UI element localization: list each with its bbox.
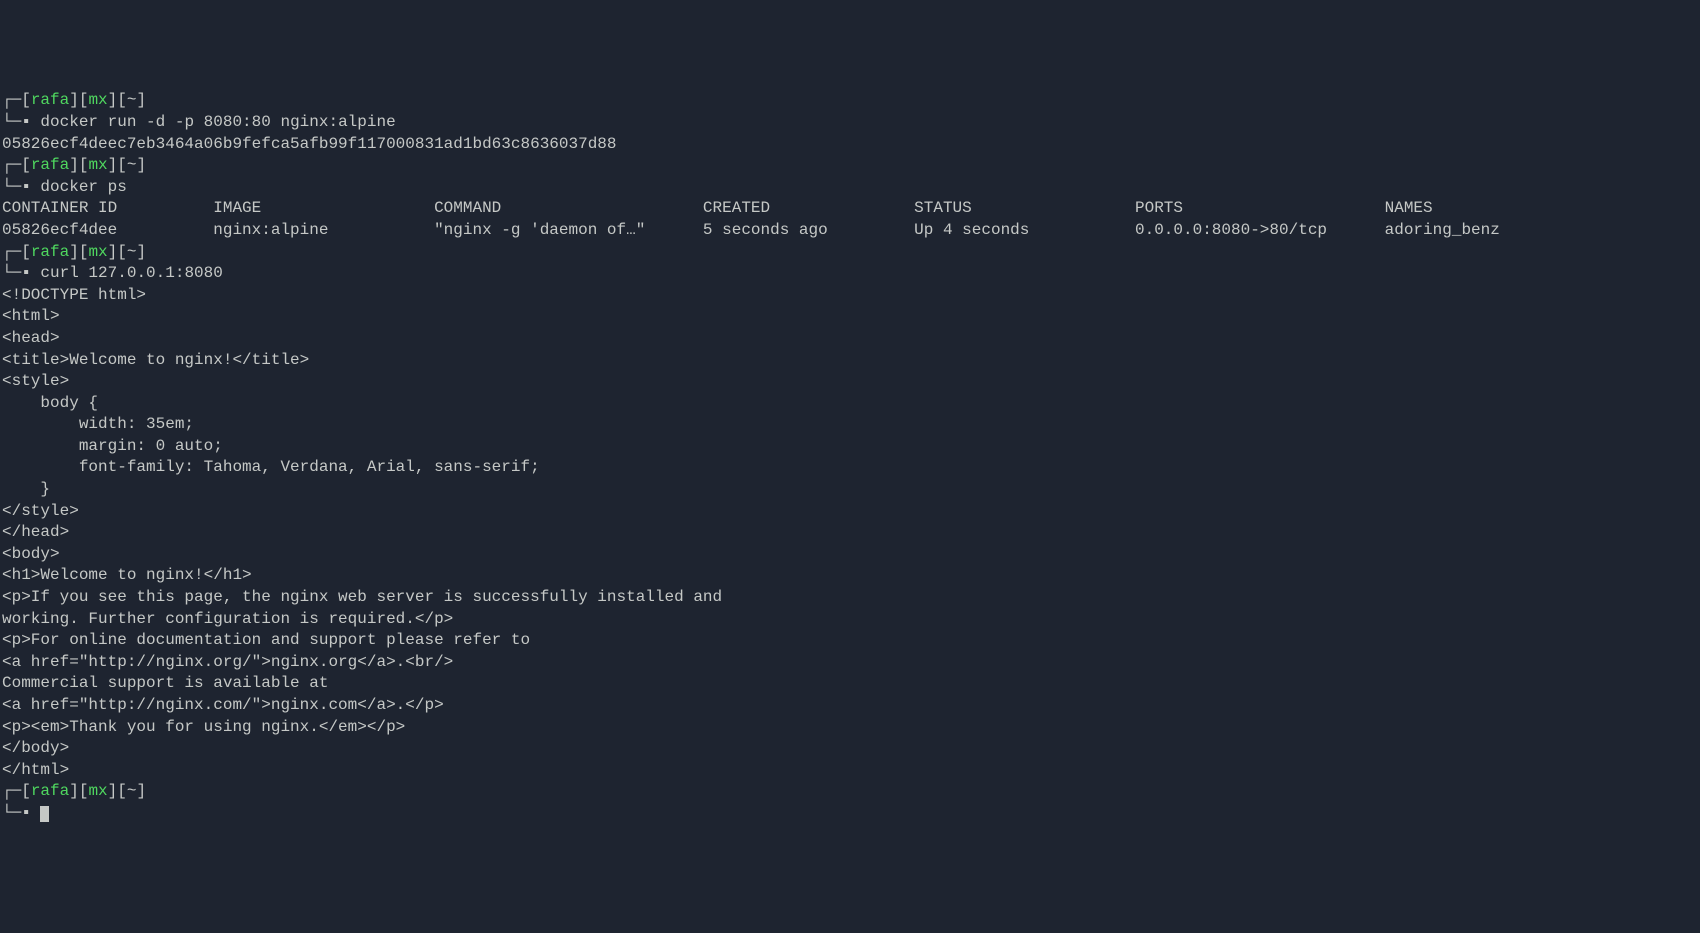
bracket-close: ] — [108, 91, 118, 109]
output-line: margin: 0 auto; — [2, 436, 1698, 458]
command-text[interactable]: curl 127.0.0.1:8080 — [40, 264, 222, 282]
prompt-line-bottom: └─▪ docker run -d -p 8080:80 nginx:alpin… — [2, 112, 1698, 134]
command-text[interactable]: docker ps — [40, 178, 126, 196]
output-line: <!DOCTYPE html> — [2, 285, 1698, 307]
output-line: font-family: Tahoma, Verdana, Arial, san… — [2, 457, 1698, 479]
bracket-close: ] — [136, 782, 146, 800]
terminal-window[interactable]: ┌─[rafa][mx][~]└─▪ docker run -d -p 8080… — [2, 90, 1698, 824]
table-row: 05826ecf4dee nginx:alpine "nginx -g 'dae… — [2, 220, 1698, 242]
prompt-box-top: ┌─ — [2, 782, 21, 800]
bracket-open: [ — [117, 782, 127, 800]
prompt-user: rafa — [31, 782, 69, 800]
prompt-bullet: ▪ — [21, 178, 31, 196]
command-text[interactable]: docker run -d -p 8080:80 nginx:alpine — [40, 113, 395, 131]
output-line: <title>Welcome to nginx!</title> — [2, 350, 1698, 372]
prompt-user: rafa — [31, 243, 69, 261]
bracket-open: [ — [21, 91, 31, 109]
output-line: <head> — [2, 328, 1698, 350]
prompt-line-bottom: └─▪ — [2, 803, 1698, 825]
prompt-box-top: ┌─ — [2, 91, 21, 109]
output-line: width: 35em; — [2, 414, 1698, 436]
bracket-close: ] — [136, 156, 146, 174]
table-header: CONTAINER ID IMAGE COMMAND CREATED STATU… — [2, 198, 1698, 220]
output-line: <p>If you see this page, the nginx web s… — [2, 587, 1698, 609]
output-line: working. Further configuration is requir… — [2, 609, 1698, 631]
bracket-open: [ — [117, 156, 127, 174]
prompt-line-top: ┌─[rafa][mx][~] — [2, 781, 1698, 803]
prompt-bullet: ▪ — [21, 264, 31, 282]
prompt-user: rafa — [31, 91, 69, 109]
output-line: </style> — [2, 501, 1698, 523]
output-line: <body> — [2, 544, 1698, 566]
prompt-host: mx — [88, 156, 107, 174]
output-line: </head> — [2, 522, 1698, 544]
prompt-line-top: ┌─[rafa][mx][~] — [2, 155, 1698, 177]
bracket-open: [ — [117, 243, 127, 261]
output-line: <a href="http://nginx.com/">nginx.com</a… — [2, 695, 1698, 717]
output-line: <p><em>Thank you for using nginx.</em></… — [2, 717, 1698, 739]
bracket-close: ] — [69, 782, 79, 800]
bracket-close: ] — [69, 91, 79, 109]
bracket-close: ] — [108, 782, 118, 800]
prompt-box-top: ┌─ — [2, 156, 21, 174]
bracket-open: [ — [21, 156, 31, 174]
prompt-user: rafa — [31, 156, 69, 174]
prompt-bullet: ▪ — [21, 804, 31, 822]
output-line: <h1>Welcome to nginx!</h1> — [2, 565, 1698, 587]
bracket-close: ] — [108, 156, 118, 174]
prompt-box-top: ┌─ — [2, 243, 21, 261]
output-line: <style> — [2, 371, 1698, 393]
prompt-line-bottom: └─▪ docker ps — [2, 177, 1698, 199]
prompt-host: mx — [88, 243, 107, 261]
prompt-line-top: ┌─[rafa][mx][~] — [2, 242, 1698, 264]
output-line: </html> — [2, 760, 1698, 782]
output-line: </body> — [2, 738, 1698, 760]
bracket-close: ] — [136, 243, 146, 261]
cursor — [40, 806, 49, 822]
output-line: } — [2, 479, 1698, 501]
bracket-open: [ — [21, 243, 31, 261]
bracket-open: [ — [117, 91, 127, 109]
bracket-open: [ — [21, 782, 31, 800]
bracket-close: ] — [69, 156, 79, 174]
output-line: Commercial support is available at — [2, 673, 1698, 695]
prompt-box-bottom: └─ — [2, 178, 21, 196]
bracket-open: [ — [79, 782, 89, 800]
prompt-box-bottom: └─ — [2, 264, 21, 282]
prompt-box-bottom: └─ — [2, 804, 21, 822]
output-line: <p>For online documentation and support … — [2, 630, 1698, 652]
output-line: 05826ecf4deec7eb3464a06b9fefca5afb99f117… — [2, 134, 1698, 156]
prompt-host: mx — [88, 91, 107, 109]
prompt-line-bottom: └─▪ curl 127.0.0.1:8080 — [2, 263, 1698, 285]
prompt-bullet: ▪ — [21, 113, 31, 131]
output-line: <a href="http://nginx.org/">nginx.org</a… — [2, 652, 1698, 674]
prompt-box-bottom: └─ — [2, 113, 21, 131]
prompt-host: mx — [88, 782, 107, 800]
bracket-open: [ — [79, 91, 89, 109]
bracket-close: ] — [69, 243, 79, 261]
bracket-open: [ — [79, 243, 89, 261]
bracket-open: [ — [79, 156, 89, 174]
output-line: body { — [2, 393, 1698, 415]
bracket-close: ] — [136, 91, 146, 109]
output-line: <html> — [2, 306, 1698, 328]
bracket-close: ] — [108, 243, 118, 261]
prompt-line-top: ┌─[rafa][mx][~] — [2, 90, 1698, 112]
